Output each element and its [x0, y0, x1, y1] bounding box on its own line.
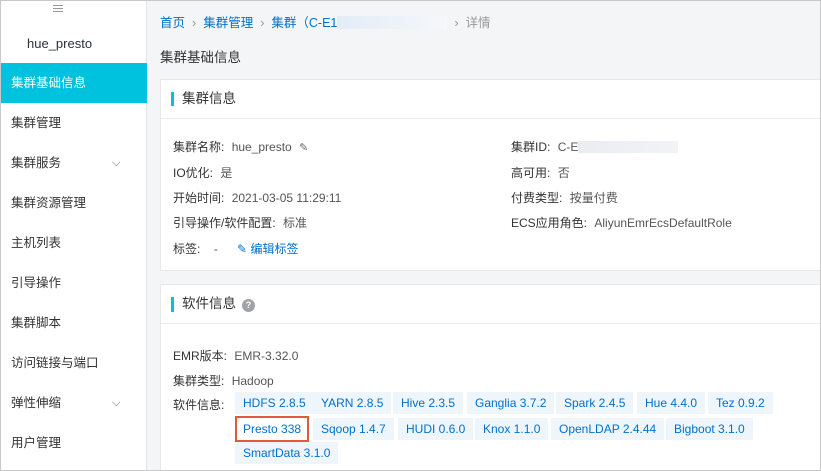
ecs-role-value: AliyunEmrEcsDefaultRole: [594, 216, 732, 230]
sidebar-item-label: 弹性伸缩: [11, 396, 62, 410]
high-availability-label: 高可用:: [511, 166, 551, 180]
sidebar-item-access-links-ports[interactable]: 访问链接与端口: [1, 343, 147, 383]
sidebar-item-cluster-scripts[interactable]: 集群脚本: [1, 303, 147, 343]
masked-cluster-id: [337, 16, 448, 29]
app-window: hue_presto 集群基础信息 集群管理 集群服务 ⌵ 集群资源管理 主机列表…: [0, 0, 821, 471]
sidebar-item-host-list[interactable]: 主机列表: [1, 223, 147, 263]
masked-cluster-id: [578, 141, 679, 153]
breadcrumb-current: 详情: [465, 16, 491, 30]
start-time-value: 2021-03-05 11:29:11: [231, 191, 342, 205]
page-title: 集群基础信息: [160, 50, 241, 65]
cluster-name-label: 集群名称:: [173, 140, 225, 154]
sidebar-item-label: 集群资源管理: [11, 196, 87, 210]
help-icon[interactable]: ?: [242, 299, 255, 312]
breadcrumb-cluster-management-link[interactable]: 集群管理: [203, 16, 253, 30]
cluster-type-label: 集群类型:: [173, 374, 225, 388]
billing-type-value: 按量付费: [569, 191, 618, 205]
software-tag-tez[interactable]: Tez 0.9.2: [708, 392, 773, 414]
edit-pencil-icon[interactable]: ✎: [299, 142, 308, 154]
io-optimization-row: IO优化: 是: [173, 164, 232, 181]
breadcrumb-separator-icon: ›: [192, 16, 197, 30]
ecs-role-row: ECS应用角色: AliyunEmrEcsDefaultRole: [511, 214, 732, 231]
sidebar-item-label: 集群基础信息: [11, 76, 87, 90]
sidebar-cluster-name: hue_presto: [27, 36, 93, 51]
edit-tags-link[interactable]: ✎ 编辑标签: [237, 242, 298, 256]
cluster-type-value: Hadoop: [231, 374, 274, 388]
software-tag-bigboot[interactable]: Bigboot 3.1.0: [666, 418, 753, 440]
sidebar-item-label: 集群服务: [11, 156, 62, 170]
breadcrumb: 首页 › 集群管理 › 集群（C-E1 › 详情: [160, 12, 491, 30]
sidebar-item-cluster-resource-management[interactable]: 集群资源管理: [1, 183, 147, 223]
emr-version-value: EMR-3.32.0: [234, 349, 299, 363]
cluster-info-card: 集群信息 集群名称: hue_presto ✎ IO优化: 是 开始时间: 20…: [160, 79, 820, 271]
divider: [161, 323, 820, 324]
sidebar-item-label: 用户管理: [11, 436, 62, 450]
billing-type-label: 付费类型:: [511, 191, 563, 205]
emr-version-row: EMR版本: EMR-3.32.0: [173, 347, 298, 364]
breadcrumb-separator-icon: ›: [260, 16, 265, 30]
ecs-role-label: ECS应用角色:: [511, 216, 588, 230]
sidebar-nav: 集群基础信息 集群管理 集群服务 ⌵ 集群资源管理 主机列表 引导操作 集群脚本 …: [1, 63, 147, 463]
software-info-title-text: 软件信息: [182, 296, 236, 311]
tags-label: 标签:: [173, 242, 201, 256]
software-tag-hue[interactable]: Hue 4.4.0: [637, 392, 706, 414]
sidebar-item-label: 访问链接与端口: [11, 356, 99, 370]
cluster-id-label: 集群ID:: [511, 140, 551, 154]
sidebar-item-label: 引导操作: [11, 276, 62, 290]
start-time-row: 开始时间: 2021-03-05 11:29:11: [173, 189, 341, 206]
cluster-name-value: hue_presto: [231, 140, 292, 154]
software-tag-hdfs[interactable]: HDFS 2.8.5: [235, 392, 314, 414]
cluster-type-row: 集群类型: Hadoop: [173, 372, 274, 389]
software-tag-openldap[interactable]: OpenLDAP 2.4.44: [551, 418, 665, 440]
cluster-name-row: 集群名称: hue_presto ✎: [173, 138, 308, 155]
cluster-info-title: 集群信息: [171, 92, 236, 106]
bootstrap-config-row: 引导操作/软件配置: 标准: [173, 214, 307, 231]
sidebar: hue_presto 集群基础信息 集群管理 集群服务 ⌵ 集群资源管理 主机列表…: [1, 1, 147, 470]
bootstrap-config-label: 引导操作/软件配置:: [173, 216, 276, 230]
high-availability-row: 高可用: 否: [511, 164, 570, 181]
software-tag-smartdata[interactable]: SmartData 3.1.0: [235, 442, 339, 464]
edit-icon: ✎: [237, 242, 248, 256]
sidebar-item-label: 主机列表: [11, 236, 62, 250]
chevron-down-icon: ⌵: [112, 157, 121, 169]
software-tag-presto[interactable]: Presto 338: [235, 416, 310, 442]
cluster-id-row: 集群ID: C-E: [511, 138, 679, 155]
software-tag-yarn[interactable]: YARN 2.8.5: [313, 392, 392, 414]
cluster-id-value: C-E: [557, 140, 579, 154]
chevron-down-icon: ⌵: [112, 397, 121, 409]
software-list-label: 软件信息:: [173, 398, 225, 412]
sidebar-item-bootstrap-actions[interactable]: 引导操作: [1, 263, 147, 303]
io-optimization-value: 是: [220, 166, 233, 180]
sidebar-item-label: 集群管理: [11, 116, 62, 130]
software-tag-sqoop[interactable]: Sqoop 1.4.7: [313, 418, 394, 440]
software-tag-ganglia[interactable]: Ganglia 3.7.2: [467, 392, 555, 414]
high-availability-value: 否: [557, 166, 570, 180]
sidebar-item-label: 集群脚本: [11, 316, 62, 330]
menu-toggle-icon[interactable]: [53, 5, 63, 13]
software-tag-knox[interactable]: Knox 1.1.0: [475, 418, 549, 440]
io-optimization-label: IO优化:: [173, 166, 214, 180]
bootstrap-config-value: 标准: [283, 216, 308, 230]
software-tag-hudi[interactable]: HUDI 0.6.0: [398, 418, 474, 440]
billing-type-row: 付费类型: 按量付费: [511, 189, 618, 206]
sidebar-item-cluster-management[interactable]: 集群管理: [1, 103, 147, 143]
sidebar-item-cluster-services[interactable]: 集群服务 ⌵: [1, 143, 147, 183]
tags-value: -: [213, 242, 218, 256]
start-time-label: 开始时间:: [173, 191, 225, 205]
tags-row: 标签: - ✎ 编辑标签: [173, 240, 298, 257]
breadcrumb-separator-icon: ›: [454, 16, 459, 30]
breadcrumb-home-link[interactable]: 首页: [160, 16, 185, 30]
sidebar-item-cluster-basic-info[interactable]: 集群基础信息: [1, 63, 147, 103]
sidebar-item-user-management[interactable]: 用户管理: [1, 423, 147, 463]
emr-version-label: EMR版本:: [173, 349, 228, 363]
edit-tags-label: 编辑标签: [250, 242, 299, 256]
software-info-title: 软件信息?: [171, 297, 255, 312]
software-list-label-row: 软件信息:: [173, 396, 224, 413]
software-info-card: 软件信息? EMR版本: EMR-3.32.0 集群类型: Hadoop 软件信…: [160, 284, 820, 470]
divider: [161, 118, 820, 119]
sidebar-item-auto-scaling[interactable]: 弹性伸缩 ⌵: [1, 383, 147, 423]
breadcrumb-cluster-link[interactable]: 集群（C-E1: [271, 16, 337, 30]
software-tag-hive[interactable]: Hive 2.3.5: [393, 392, 464, 414]
software-tag-spark[interactable]: Spark 2.4.5: [556, 392, 634, 414]
